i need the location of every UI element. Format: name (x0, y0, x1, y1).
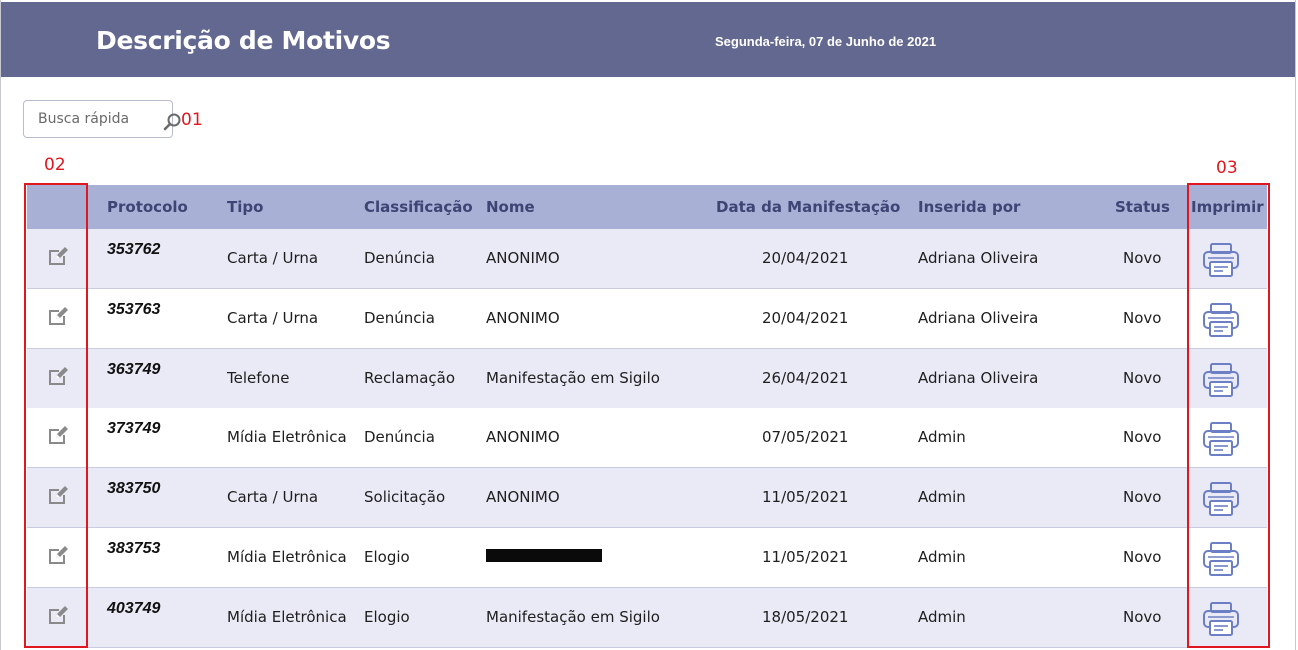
cell-protocolo: 403749 (107, 599, 161, 617)
cell-nome: ANONIMO (486, 428, 560, 447)
column-header-status[interactable]: Status (1115, 198, 1170, 216)
cell-tipo: Mídia Eletrônica (227, 548, 347, 566)
table-row: 403749 Mídia Eletrônica Elogio Manifestação… (27, 587, 1267, 648)
table-row: 353763 Carta / Urna Denúncia ANONIMO 20/04/2… (27, 288, 1267, 349)
print-icon[interactable] (1201, 480, 1241, 518)
cell-classificacao: Solicitação (364, 488, 446, 507)
cell-data: 20/04/2021 (762, 308, 849, 327)
table-row: 383750 Carta / Urna Solicitação ANONIMO 11/0… (27, 468, 1267, 529)
edit-icon[interactable] (47, 305, 69, 327)
cell-data: 11/05/2021 (762, 548, 849, 566)
cell-tipo: Telefone (227, 368, 290, 387)
print-icon[interactable] (1201, 600, 1241, 638)
page-header: Descrição de Motivos Segunda-feira, 07 d… (1, 2, 1295, 77)
cell-classificacao: Elogio (364, 548, 410, 566)
table-row: 383753 Mídia Eletrônica Elogio 11/05/2021 Ad… (27, 528, 1267, 588)
cell-inserida: Adriana Oliveira (918, 308, 1039, 327)
cell-tipo: Carta / Urna (227, 488, 319, 507)
cell-protocolo: 353762 (107, 241, 161, 258)
cell-status: Novo (1123, 308, 1162, 327)
cell-protocolo: 353763 (107, 300, 161, 318)
print-icon[interactable] (1201, 540, 1241, 578)
cell-nome: Manifestação em Sigilo (486, 368, 660, 387)
cell-data: 07/05/2021 (762, 428, 849, 447)
cell-protocolo: 373749 (107, 420, 161, 438)
cell-status: Novo (1123, 428, 1162, 447)
cell-protocolo: 363749 (107, 360, 161, 378)
cell-classificacao: Reclamação (364, 368, 456, 387)
cell-tipo: Carta / Urna (227, 308, 319, 327)
annotation-02: 02 (44, 155, 66, 175)
cell-tipo: Mídia Eletrônica (227, 428, 347, 447)
cell-classificacao: Denúncia (364, 249, 435, 267)
table-row: 373749 Mídia Eletrônica Denúncia ANONIMO 07/… (27, 408, 1267, 469)
quick-search[interactable] (23, 100, 181, 138)
cell-data: 20/04/2021 (762, 249, 849, 267)
cell-classificacao: Denúncia (364, 308, 435, 327)
column-header-protocolo[interactable]: Protocolo (107, 198, 188, 216)
cell-protocolo: 383753 (107, 540, 161, 557)
page-title: Descrição de Motivos (96, 26, 391, 55)
cell-status: Novo (1123, 249, 1162, 267)
cell-classificacao: Denúncia (364, 428, 435, 447)
print-icon[interactable] (1201, 301, 1241, 339)
cell-status: Novo (1123, 607, 1162, 626)
cell-inserida: Adriana Oliveira (918, 368, 1039, 387)
annotation-01: 01 (181, 110, 203, 130)
redacted-block (486, 549, 602, 562)
cell-nome-redacted (486, 544, 602, 562)
table-header: Protocolo Tipo Classificação Nome Data d… (27, 185, 1267, 229)
edit-icon[interactable] (47, 424, 69, 446)
cell-tipo: Carta / Urna (227, 249, 319, 267)
edit-icon[interactable] (47, 484, 69, 506)
cell-status: Novo (1123, 548, 1162, 566)
cell-inserida: Adriana Oliveira (918, 249, 1039, 267)
table-row: 363749 Telefone Reclamação Manifestação em … (27, 348, 1267, 409)
edit-icon[interactable] (47, 544, 69, 566)
column-header-classificacao[interactable]: Classificação (364, 198, 473, 216)
edit-icon[interactable] (47, 604, 69, 626)
cell-data: 26/04/2021 (762, 368, 849, 387)
cell-status: Novo (1123, 368, 1162, 387)
edit-icon[interactable] (47, 245, 69, 267)
column-header-inserida[interactable]: Inserida por (918, 198, 1020, 216)
cell-nome: ANONIMO (486, 249, 560, 267)
column-header-imprimir: Imprimir (1191, 198, 1264, 216)
cell-tipo: Mídia Eletrônica (227, 607, 347, 626)
column-header-nome[interactable]: Nome (486, 198, 535, 216)
print-icon[interactable] (1201, 420, 1241, 458)
cell-nome: Manifestação em Sigilo (486, 607, 660, 626)
cell-classificacao: Elogio (364, 607, 410, 626)
annotation-03: 03 (1216, 158, 1238, 178)
print-icon[interactable] (1201, 241, 1241, 279)
search-input[interactable] (32, 109, 148, 129)
cell-protocolo: 383750 (107, 480, 161, 498)
cell-data: 11/05/2021 (762, 488, 849, 507)
table-row: 353762 Carta / Urna Denúncia ANONIMO 20/04/2… (27, 229, 1267, 289)
current-date: Segunda-feira, 07 de Junho de 2021 (715, 34, 937, 49)
cell-inserida: Admin (918, 428, 966, 447)
cell-status: Novo (1123, 488, 1162, 507)
cell-nome: ANONIMO (486, 308, 560, 327)
cell-inserida: Admin (918, 607, 966, 626)
column-header-data[interactable]: Data da Manifestação (716, 198, 900, 216)
cell-inserida: Admin (918, 488, 966, 507)
cell-nome: ANONIMO (486, 488, 560, 507)
column-header-tipo[interactable]: Tipo (227, 198, 263, 216)
edit-icon[interactable] (47, 365, 69, 387)
print-icon[interactable] (1201, 361, 1241, 399)
cell-inserida: Admin (918, 548, 966, 566)
cell-data: 18/05/2021 (762, 607, 849, 626)
